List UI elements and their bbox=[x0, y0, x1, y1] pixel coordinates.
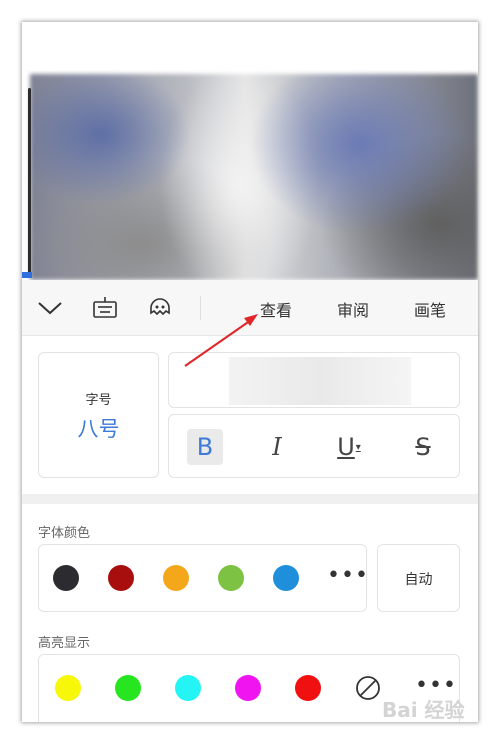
highlight-swatch[interactable] bbox=[175, 675, 201, 701]
color-swatch[interactable] bbox=[163, 565, 189, 591]
status-area bbox=[22, 22, 478, 74]
font-size-label: 字号 bbox=[85, 393, 112, 408]
watermark-logo: Bai 经验 bbox=[382, 698, 465, 722]
tab-view[interactable]: 查看 bbox=[260, 297, 292, 321]
format-panel: 字号 八号 B I U ▾ S 字体颜色 ••• 自动 高亮显示 ••• bbox=[22, 336, 478, 722]
chevron-down-icon: ▾ bbox=[355, 441, 361, 453]
chevron-down-icon[interactable] bbox=[36, 294, 64, 322]
tab-pen[interactable]: 画笔 bbox=[414, 297, 446, 321]
highlight-label: 高亮显示 bbox=[38, 636, 91, 651]
highlight-swatch[interactable] bbox=[295, 675, 321, 701]
highlight-swatch[interactable] bbox=[115, 675, 141, 701]
section-divider bbox=[22, 494, 478, 504]
color-swatch[interactable] bbox=[218, 565, 244, 591]
auto-color-button[interactable]: 自动 bbox=[377, 544, 460, 612]
no-color-icon[interactable] bbox=[355, 675, 381, 701]
auto-color-label: 自动 bbox=[404, 572, 433, 588]
tab-review[interactable]: 审阅 bbox=[337, 297, 369, 321]
color-swatch[interactable] bbox=[108, 565, 134, 591]
underline-label: U bbox=[337, 433, 355, 461]
text-style-group: B I U ▾ S bbox=[168, 414, 460, 478]
font-name-selector[interactable] bbox=[168, 352, 460, 408]
font-color-label: 字体颜色 bbox=[38, 526, 91, 541]
font-name-value bbox=[229, 357, 411, 405]
font-size-card[interactable]: 字号 八号 bbox=[38, 352, 159, 478]
highlight-swatch[interactable] bbox=[55, 675, 81, 701]
strikethrough-button[interactable]: S bbox=[405, 429, 441, 465]
app-window: 查看 审阅 画笔 字号 八号 B I U ▾ S 字体颜色 ••• 自动 高亮显… bbox=[22, 22, 478, 722]
underline-button[interactable]: U ▾ bbox=[331, 429, 367, 465]
color-swatch[interactable] bbox=[53, 565, 79, 591]
font-size-value: 八号 bbox=[77, 417, 120, 441]
highlight-swatch[interactable] bbox=[235, 675, 261, 701]
font-color-palette: ••• bbox=[38, 544, 369, 612]
italic-button[interactable]: I bbox=[259, 429, 295, 465]
text-cursor-handle[interactable] bbox=[22, 272, 32, 278]
bold-button[interactable]: B bbox=[187, 429, 223, 465]
color-swatch[interactable] bbox=[273, 565, 299, 591]
document-preview[interactable] bbox=[30, 74, 478, 280]
annotation-arrow bbox=[184, 314, 258, 367]
document-edge bbox=[28, 88, 31, 278]
keyboard-icon[interactable] bbox=[91, 294, 119, 322]
more-colors-button[interactable]: ••• bbox=[327, 563, 369, 588]
